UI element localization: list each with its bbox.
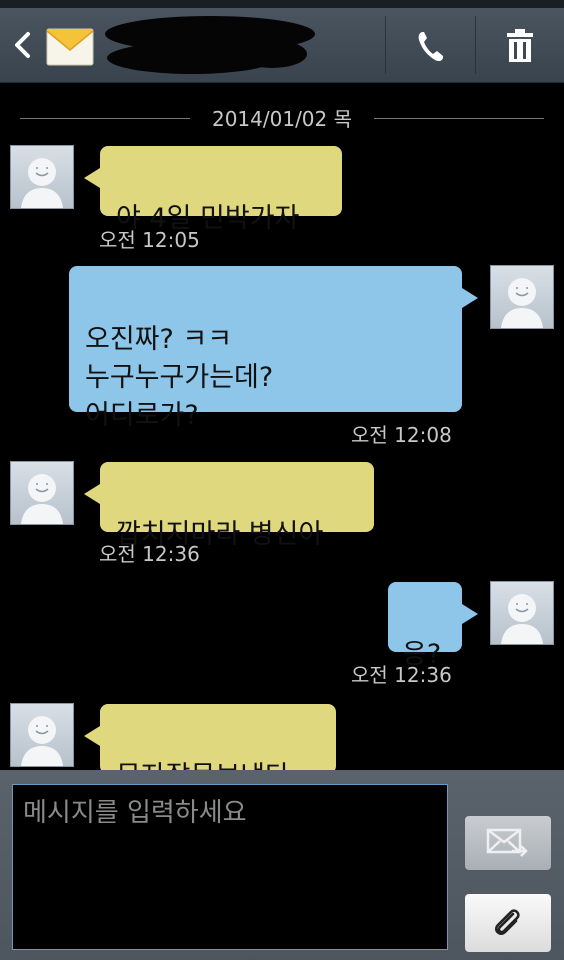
date-separator: 2014/01/02 목 xyxy=(20,106,544,132)
divider xyxy=(374,118,544,119)
message-composer: 메시지를 입력하세요 xyxy=(0,770,564,960)
message-text: 오진짜? ㅋㅋ 누구누구가는데? 어디로가? xyxy=(85,324,274,431)
default-avatar-icon xyxy=(21,716,63,766)
trash-icon xyxy=(507,29,533,62)
chevron-left-icon xyxy=(15,32,30,58)
message-input-placeholder: 메시지를 입력하세요 xyxy=(23,798,247,828)
default-avatar-icon xyxy=(21,474,63,524)
message-time: 오전 12:36 xyxy=(99,542,200,566)
bubble-tail xyxy=(462,604,478,624)
message-bubble-outgoing[interactable]: 응? xyxy=(388,582,462,670)
avatar[interactable] xyxy=(10,703,74,767)
conversation-header xyxy=(0,8,564,83)
message-time: 오전 12:08 xyxy=(351,423,452,447)
avatar[interactable] xyxy=(10,461,74,525)
message-time: 오전 12:05 xyxy=(99,228,200,252)
date-label: 2014/01/02 목 xyxy=(211,107,353,131)
default-avatar-icon xyxy=(21,158,63,208)
bubble-tail xyxy=(84,168,100,188)
message-time: 오전 12:36 xyxy=(351,663,452,687)
avatar[interactable] xyxy=(490,581,554,645)
send-message-icon xyxy=(486,828,528,857)
default-avatar-icon xyxy=(501,594,543,644)
message-bubble-outgoing[interactable]: 오진짜? ㅋㅋ 누구누구가는데? 어디로가? xyxy=(69,266,462,431)
phone-icon xyxy=(418,32,443,62)
back-button[interactable] xyxy=(10,30,36,60)
call-button[interactable] xyxy=(386,16,475,76)
message-bubble-incoming[interactable]: 야 4일 민박가자 xyxy=(100,146,342,234)
message-bubble-incoming[interactable]: 깝치지마라 병신아 xyxy=(100,462,374,550)
delete-button[interactable] xyxy=(476,16,564,76)
envelope-icon xyxy=(46,24,94,68)
default-avatar-icon xyxy=(501,278,543,328)
message-bubble-incoming[interactable]: 문자잘못보냈다 xyxy=(100,704,336,792)
bubble-tail xyxy=(462,288,478,308)
bubble-tail xyxy=(84,726,100,746)
avatar[interactable] xyxy=(10,145,74,209)
status-bar xyxy=(0,0,564,8)
message-input[interactable]: 메시지를 입력하세요 xyxy=(12,784,448,950)
attach-button[interactable] xyxy=(465,894,551,952)
avatar[interactable] xyxy=(490,265,554,329)
paperclip-icon xyxy=(495,909,520,935)
send-button[interactable] xyxy=(465,816,551,870)
redacted-contact-name xyxy=(102,14,317,78)
bubble-tail xyxy=(84,484,100,504)
